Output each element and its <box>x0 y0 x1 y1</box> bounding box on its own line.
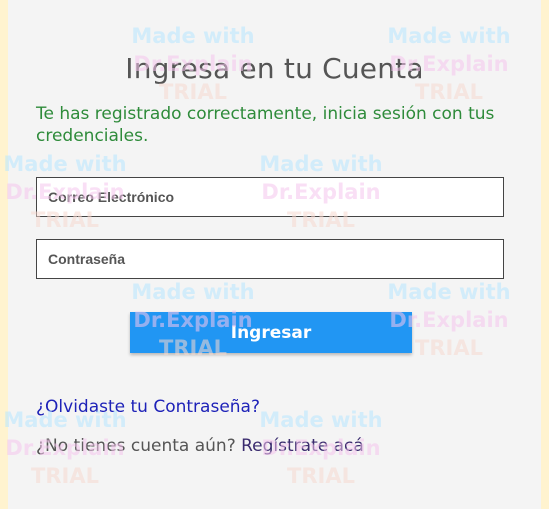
no-account-text: ¿No tienes cuenta aún? <box>36 436 236 456</box>
login-button[interactable]: Ingresar <box>130 312 412 353</box>
password-field[interactable] <box>36 239 504 279</box>
page-title: Ingresa en tu Cuenta <box>125 52 424 85</box>
no-account-line: ¿No tienes cuenta aún? Regístrate acá <box>36 436 364 456</box>
register-link[interactable]: Regístrate acá <box>241 436 364 456</box>
success-message: Te has registrado correctamente, inicia … <box>36 104 495 146</box>
forgot-password-link[interactable]: ¿Olvidaste tu Contraseña? <box>36 397 260 417</box>
email-field[interactable] <box>36 177 504 217</box>
